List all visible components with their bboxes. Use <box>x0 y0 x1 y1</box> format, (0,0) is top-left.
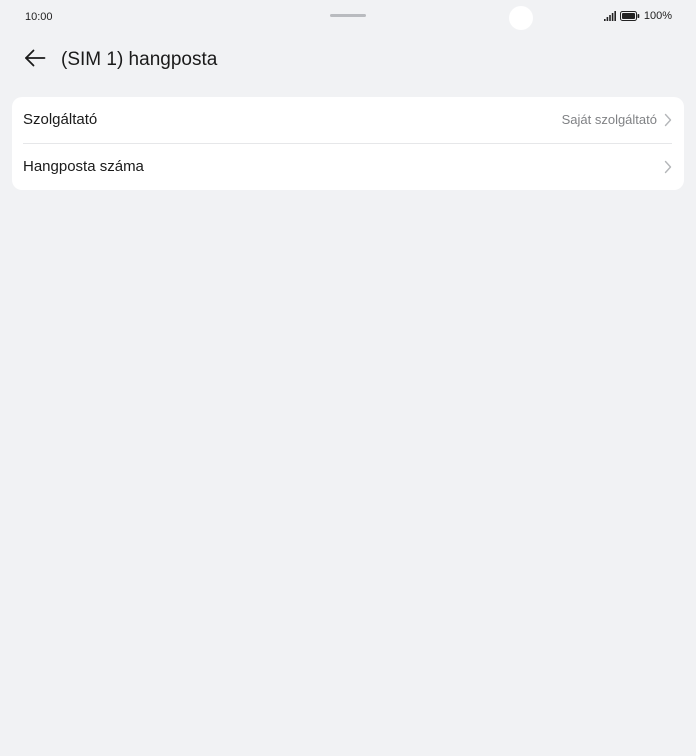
settings-item-label: Hangposta száma <box>23 158 144 175</box>
signal-icon <box>603 11 616 21</box>
settings-item-label: Szolgáltató <box>23 111 98 128</box>
arrow-left-icon <box>24 49 46 72</box>
camera-cutout <box>509 6 533 30</box>
page-header: (SIM 1) hangposta <box>0 40 696 80</box>
settings-card: Szolgáltató Saját szolgáltató Hangposta … <box>12 97 684 190</box>
chevron-right-icon <box>664 113 672 127</box>
status-bar: 10:00 100% <box>0 0 696 34</box>
chevron-right-icon <box>664 160 672 174</box>
settings-item-value: Saját szolgáltató <box>561 112 657 127</box>
drag-handle[interactable] <box>330 14 366 17</box>
battery-icon <box>619 11 640 21</box>
back-button[interactable] <box>20 48 50 72</box>
settings-item-voicemail-number[interactable]: Hangposta száma <box>12 144 684 190</box>
status-time: 10:00 <box>25 11 53 23</box>
page-title: (SIM 1) hangposta <box>61 49 218 70</box>
battery-percentage: 100% <box>643 10 672 22</box>
status-indicators: 100% <box>603 10 672 22</box>
settings-item-provider[interactable]: Szolgáltató Saját szolgáltató <box>12 97 684 143</box>
